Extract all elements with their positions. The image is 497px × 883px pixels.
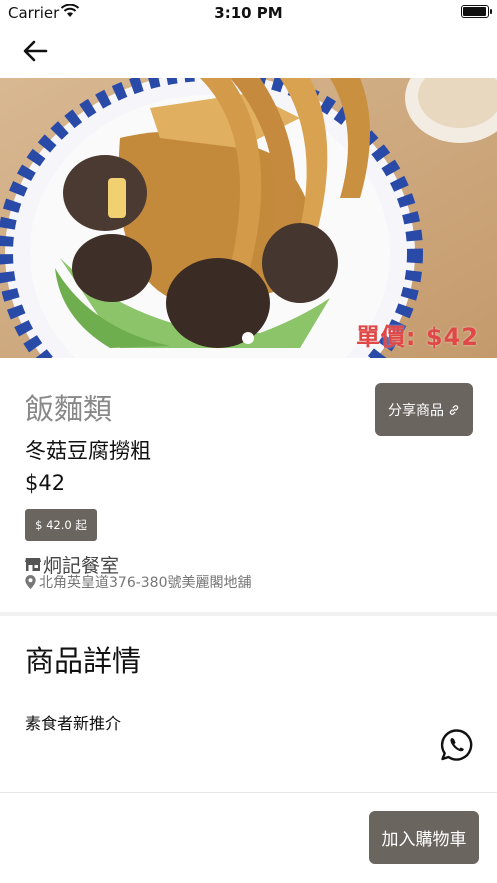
status-bar: Carrier 3:10 PM: [0, 0, 497, 26]
product-image-carousel[interactable]: 單價: $42: [0, 78, 497, 358]
product-name: 冬菇豆腐撈粗: [25, 439, 151, 463]
price-overlay: 單價: $42: [355, 323, 479, 351]
details-title: 商品詳情: [25, 644, 142, 678]
battery-icon: [461, 5, 492, 18]
product-photo: [0, 78, 497, 358]
footer-divider: [0, 792, 497, 793]
shop-address-row: 北角英皇道376-380號美麗閣地舖: [25, 573, 252, 591]
carousel-dot[interactable]: [242, 332, 254, 344]
store-icon: [25, 557, 41, 571]
nav-bar: [0, 26, 497, 78]
product-description: 素食者新推介: [25, 714, 122, 733]
product-category: 飯麵類: [25, 392, 113, 426]
share-label: 分享商品: [388, 402, 444, 419]
add-to-cart-button[interactable]: 加入購物車: [369, 811, 479, 864]
link-icon: [449, 404, 459, 415]
section-divider: [0, 612, 497, 616]
whatsapp-icon[interactable]: [440, 728, 474, 762]
back-button[interactable]: [20, 38, 50, 64]
min-price-badge: $ 42.0 起: [25, 509, 97, 541]
shop-address: 北角英皇道376-380號美麗閣地舖: [39, 575, 252, 591]
status-time: 3:10 PM: [214, 4, 283, 22]
product-price: $42: [25, 471, 66, 495]
location-pin-icon: [25, 575, 36, 589]
share-product-button[interactable]: 分享商品: [375, 383, 473, 436]
